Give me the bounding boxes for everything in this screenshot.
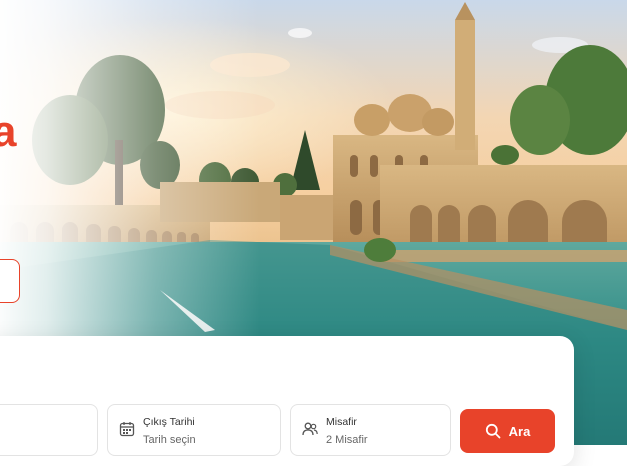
guests-value: 2 Misafir	[326, 434, 368, 446]
users-icon	[302, 422, 318, 436]
search-icon	[485, 423, 501, 439]
hero-cta-button[interactable]	[0, 259, 20, 303]
checkin-field[interactable]	[0, 404, 98, 456]
guests-field[interactable]: Misafir 2 Misafir	[290, 404, 451, 456]
search-button-label: Ara	[508, 423, 531, 439]
guests-label: Misafir	[326, 416, 357, 428]
search-button[interactable]: Ara	[460, 409, 555, 453]
hero-title: a	[0, 107, 17, 156]
checkout-value: Tarih seçin	[143, 434, 196, 446]
checkout-label: Çıkış Tarihi	[143, 416, 195, 428]
calendar-icon	[119, 422, 135, 437]
checkout-field[interactable]: Çıkış Tarihi Tarih seçin	[107, 404, 281, 456]
